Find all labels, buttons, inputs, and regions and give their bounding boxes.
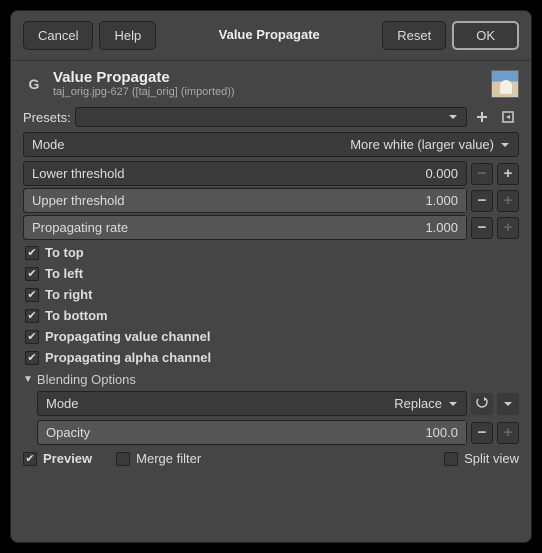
prop-value-channel-checkbox[interactable] — [25, 330, 39, 344]
ok-button[interactable]: OK — [452, 21, 519, 50]
propagating-rate-plus-button[interactable]: + — [497, 217, 519, 239]
upper-threshold-plus-button[interactable]: + — [497, 190, 519, 212]
dialog-title: Value Propagate — [53, 69, 235, 86]
blend-mode-label: Mode — [46, 396, 79, 411]
mode-dropdown[interactable]: Mode More white (larger value) — [23, 132, 519, 157]
to-left-label: To left — [45, 266, 83, 281]
propagating-rate-minus-button[interactable]: − — [471, 217, 493, 239]
mode-label: Mode — [32, 137, 65, 152]
mode-value: More white (larger value) — [65, 137, 500, 152]
merge-filter-checkbox[interactable] — [116, 452, 130, 466]
preset-menu-button[interactable] — [497, 106, 519, 128]
add-preset-button[interactable] — [471, 106, 493, 128]
blend-mode-value: Replace — [79, 396, 448, 411]
chevron-down-icon — [448, 112, 458, 122]
blending-options-header[interactable]: ▼ Blending Options — [23, 368, 519, 391]
gimp-icon: G — [23, 73, 45, 95]
presets-label: Presets: — [23, 110, 71, 125]
to-bottom-checkbox[interactable] — [25, 309, 39, 323]
upper-threshold-slider[interactable]: Upper threshold 1.000 — [23, 188, 467, 213]
prop-alpha-channel-label: Propagating alpha channel — [45, 350, 211, 365]
dialog-tab-label: Value Propagate — [162, 21, 376, 50]
opacity-plus-button[interactable]: + — [497, 422, 519, 444]
opacity-slider[interactable]: Opacity 100.0 — [37, 420, 467, 445]
prop-value-channel-label: Propagating value channel — [45, 329, 210, 344]
propagating-rate-label: Propagating rate — [32, 220, 425, 235]
expander-icon: ▼ — [23, 374, 33, 385]
chevron-down-icon — [500, 140, 510, 150]
split-view-checkbox[interactable] — [444, 452, 458, 466]
split-view-label: Split view — [464, 451, 519, 466]
upper-threshold-value: 1.000 — [425, 193, 458, 208]
preview-checkbox[interactable] — [23, 452, 37, 466]
to-bottom-label: To bottom — [45, 308, 108, 323]
chevron-down-icon — [448, 399, 458, 409]
preview-label: Preview — [43, 451, 92, 466]
cancel-button[interactable]: Cancel — [23, 21, 93, 50]
reset-button[interactable]: Reset — [382, 21, 446, 50]
propagating-rate-value: 1.000 — [425, 220, 458, 235]
upper-threshold-label: Upper threshold — [32, 193, 425, 208]
to-top-label: To top — [45, 245, 84, 260]
blend-mode-switch-button[interactable] — [471, 393, 493, 415]
prop-alpha-channel-checkbox[interactable] — [25, 351, 39, 365]
lower-threshold-slider[interactable]: Lower threshold 0.000 — [23, 161, 467, 186]
to-top-checkbox[interactable] — [25, 246, 39, 260]
propagating-rate-slider[interactable]: Propagating rate 1.000 — [23, 215, 467, 240]
image-thumbnail — [491, 70, 519, 98]
opacity-label: Opacity — [46, 425, 425, 440]
opacity-value: 100.0 — [425, 425, 458, 440]
lower-threshold-minus-button[interactable]: − — [471, 163, 493, 185]
merge-filter-label: Merge filter — [136, 451, 201, 466]
to-left-checkbox[interactable] — [25, 267, 39, 281]
lower-threshold-value: 0.000 — [425, 166, 458, 181]
to-right-checkbox[interactable] — [25, 288, 39, 302]
upper-threshold-minus-button[interactable]: − — [471, 190, 493, 212]
lower-threshold-label: Lower threshold — [32, 166, 425, 181]
lower-threshold-plus-button[interactable]: + — [497, 163, 519, 185]
blend-mode-menu-button[interactable] — [497, 393, 519, 415]
blend-mode-dropdown[interactable]: Mode Replace — [37, 391, 467, 416]
presets-dropdown[interactable] — [75, 107, 467, 127]
to-right-label: To right — [45, 287, 92, 302]
dialog-subtitle: taj_orig.jpg-627 ([taj_orig] (imported)) — [53, 86, 235, 98]
help-button[interactable]: Help — [99, 21, 156, 50]
opacity-minus-button[interactable]: − — [471, 422, 493, 444]
